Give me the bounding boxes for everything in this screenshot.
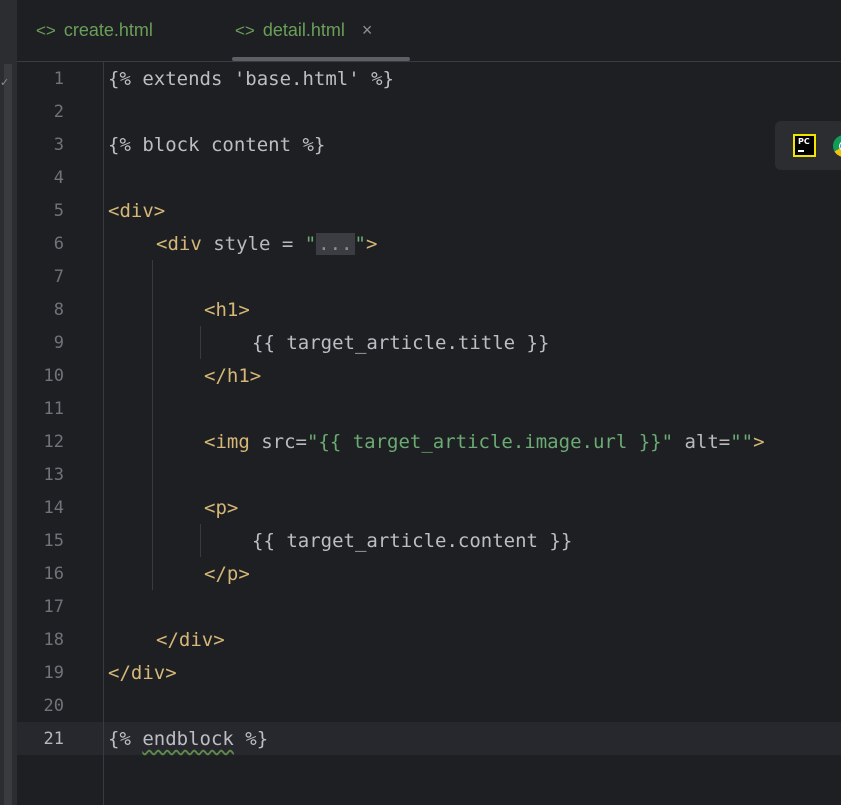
check-icon: ✓ [0, 76, 10, 89]
line-number: 4 [53, 168, 64, 188]
line-number: 20 [43, 696, 64, 716]
tab-detail-html[interactable]: <> detail.html × [235, 0, 372, 61]
code-line-21[interactable]: {% endblock %} [108, 727, 268, 751]
code-line-9[interactable]: {{ target_article.title }} [252, 331, 549, 355]
line-number: 2 [53, 102, 64, 122]
line-number: 7 [53, 267, 64, 287]
code-line-3[interactable]: {% block content %} [108, 133, 325, 157]
chrome-icon[interactable] [833, 135, 841, 157]
close-icon[interactable]: × [362, 20, 373, 41]
active-tab-indicator [232, 57, 410, 61]
line-number: 14 [43, 498, 64, 518]
browser-preview-bar: PC [775, 121, 841, 170]
code-line-15[interactable]: {{ target_article.content }} [252, 529, 572, 553]
line-number: 12 [43, 432, 64, 452]
line-number: 16 [43, 564, 64, 584]
left-scroll-track[interactable] [4, 64, 12, 805]
folded-code-placeholder[interactable]: ... [316, 233, 355, 255]
line-number: 13 [43, 465, 64, 485]
line-number: 18 [43, 630, 64, 650]
code-editor[interactable]: 1 2 3 4 5 6 7 8 9 10 11 12 13 14 15 16 1… [17, 62, 841, 805]
line-number: 17 [43, 597, 64, 617]
line-number: 6 [53, 234, 64, 254]
code-line-5[interactable]: <div> [108, 199, 165, 223]
tab-label: create.html [63, 20, 153, 40]
tab-create-html[interactable]: <> create.html [36, 0, 153, 61]
ide-window: ✓ <> create.html <> detail.html × 1 2 3 … [0, 0, 841, 805]
spelling-warning[interactable]: endblock [142, 728, 234, 750]
code-line-8[interactable]: <h1> [204, 298, 250, 322]
line-number: 8 [53, 300, 64, 320]
code-line-10[interactable]: </h1> [204, 364, 261, 388]
editor-tab-bar: <> create.html <> detail.html × [17, 0, 841, 62]
code-line-6[interactable]: <div style = "... "> [156, 232, 377, 256]
tab-label: detail.html [262, 20, 345, 40]
code-line-19[interactable]: </div> [108, 661, 177, 685]
line-number: 5 [53, 201, 64, 221]
line-number: 15 [43, 531, 64, 551]
line-number: 1 [53, 69, 64, 89]
code-line-12[interactable]: <img src="{{ target_article.image.url }}… [204, 430, 765, 454]
line-number: 9 [53, 333, 64, 353]
html-file-icon: <> [235, 20, 255, 40]
code-line-16[interactable]: </p> [204, 562, 250, 586]
code-line-1[interactable]: {% extends 'base.html' %} [108, 67, 394, 91]
left-tool-strip: ✓ [0, 0, 17, 805]
line-number: 3 [53, 135, 64, 155]
html-file-icon: <> [36, 20, 56, 40]
line-number: 11 [43, 399, 64, 419]
code-line-14[interactable]: <p> [204, 496, 238, 520]
code-line-18[interactable]: </div> [156, 628, 225, 652]
line-number-current: 21 [43, 729, 64, 749]
line-number: 19 [43, 663, 64, 683]
line-number: 10 [43, 366, 64, 386]
pycharm-icon[interactable]: PC [793, 134, 816, 157]
